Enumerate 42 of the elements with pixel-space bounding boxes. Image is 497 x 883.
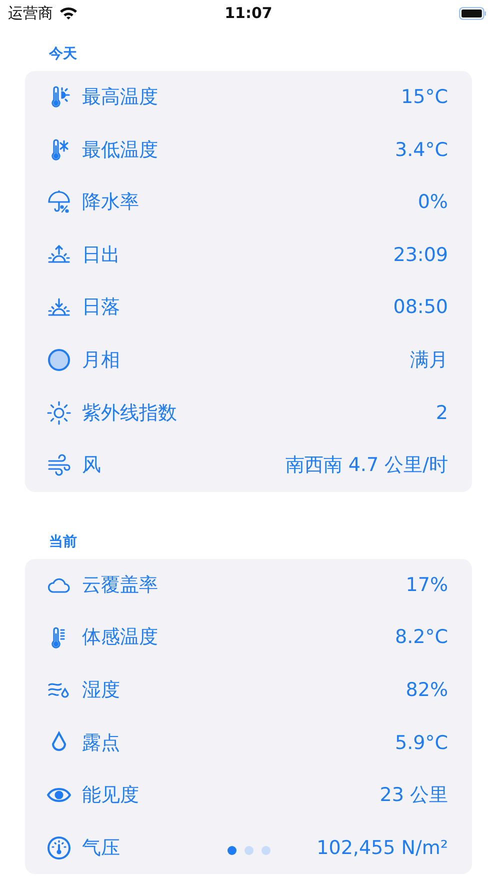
row-value: 102,455 N/m² (316, 836, 448, 861)
row-value: 08:50 (393, 295, 448, 320)
row-label: 露点 (82, 730, 120, 756)
sun-icon (47, 400, 71, 425)
row-label: 气压 (82, 836, 120, 861)
row-label: 湿度 (82, 678, 120, 703)
row-value: 0% (418, 190, 448, 216)
row-label: 体感温度 (82, 625, 158, 650)
row-value: 82% (406, 678, 448, 703)
battery-icon (459, 6, 487, 20)
row-value: 23 公里 (380, 783, 448, 808)
status-time: 11:07 (224, 2, 272, 24)
wind-icon (47, 453, 71, 478)
row-value: 8.2°C (395, 625, 448, 650)
row-label: 最高温度 (82, 85, 158, 110)
row-label: 日落 (82, 295, 120, 320)
row-label: 月相 (82, 348, 120, 374)
row-label: 最低温度 (82, 138, 158, 163)
row-value: 满月 (410, 348, 448, 374)
row-value: 15°C (401, 85, 448, 110)
row-value: 17% (406, 572, 448, 598)
row-label: 日出 (82, 242, 120, 268)
gauge-icon (47, 836, 71, 860)
page-dot[interactable] (227, 846, 236, 856)
umbrella-icon (47, 190, 71, 214)
section-header: 今天 (48, 45, 78, 64)
row-label: 风 (82, 453, 101, 478)
row-label: 紫外线指数 (82, 400, 177, 426)
page-dot[interactable] (261, 846, 270, 856)
wifi-icon (59, 6, 78, 20)
row-value: 5.9°C (395, 730, 448, 756)
carrier-name: 运营商 (8, 2, 53, 24)
row-value: 南西南 4.7 公里/时 (285, 453, 448, 478)
row-label: 降水率 (82, 190, 139, 216)
row-value: 3.4°C (395, 138, 448, 163)
page-dot[interactable] (244, 846, 253, 856)
row-value: 2 (436, 400, 448, 426)
section-header: 当前 (48, 532, 78, 552)
moon-icon (47, 348, 71, 372)
row-label: 云覆盖率 (82, 572, 158, 598)
row-value: 23:09 (393, 242, 448, 268)
row-label: 能见度 (82, 783, 139, 808)
